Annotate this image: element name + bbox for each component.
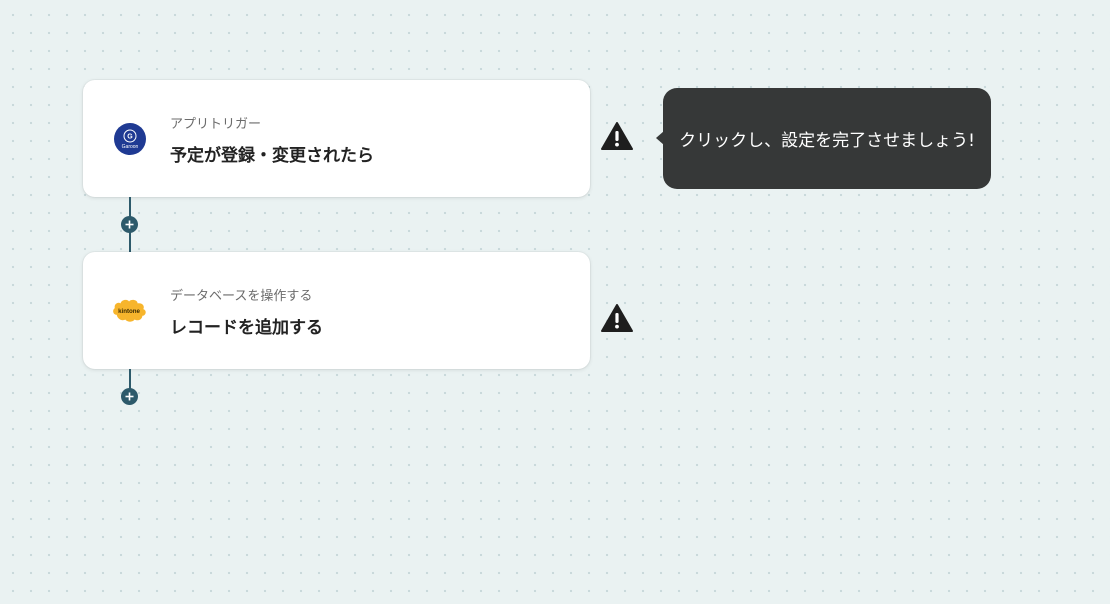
step-category-label: データベースを操作する <box>170 289 313 304</box>
svg-text:G: G <box>127 134 133 141</box>
garoon-logo-icon: G Garoon <box>111 120 149 158</box>
plus-icon <box>125 392 134 401</box>
setup-hint-tooltip: クリックし、設定を完了させましょう! <box>656 88 991 189</box>
flow-step-action-card[interactable]: kintone データベースを操作する レコードを追加する <box>83 252 590 369</box>
svg-text:kintone: kintone <box>118 308 140 315</box>
step-category-label: アプリトリガー <box>170 117 262 132</box>
svg-text:Garoon: Garoon <box>122 144 139 150</box>
add-step-button[interactable] <box>121 216 138 233</box>
warning-icon[interactable] <box>600 303 634 333</box>
step-title: レコードを追加する <box>170 318 323 338</box>
add-step-button[interactable] <box>121 388 138 405</box>
flow-step-trigger-card[interactable]: G Garoon アプリトリガー 予定が登録・変更されたら <box>83 80 590 197</box>
plus-icon <box>125 220 134 229</box>
kintone-logo-icon: kintone <box>111 292 149 330</box>
warning-icon[interactable] <box>600 121 634 151</box>
flow-canvas: G Garoon アプリトリガー 予定が登録・変更されたら kintone デー… <box>0 0 1110 604</box>
tooltip-text: クリックし、設定を完了させましょう! <box>679 131 975 151</box>
step-title: 予定が登録・変更されたら <box>170 146 374 166</box>
